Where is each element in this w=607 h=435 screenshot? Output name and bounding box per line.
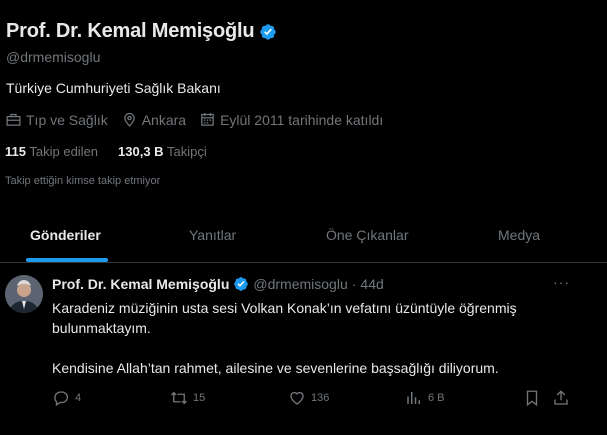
location-pin-icon: [123, 112, 135, 127]
views-count: 6 B: [428, 392, 445, 404]
repost-icon: [171, 391, 187, 405]
views-button[interactable]: 6 B: [405, 389, 445, 407]
follow-stats: 115 Takip edilen 130,3 B Takipçi: [5, 144, 227, 159]
bookmark-icon: [526, 390, 538, 407]
share-button[interactable]: [552, 389, 575, 407]
followers-label: Takipçi: [166, 144, 207, 159]
profile-location-label: Ankara: [141, 111, 187, 128]
views-icon: [407, 392, 420, 404]
briefcase-icon: [6, 113, 21, 126]
bookmark-button[interactable]: [523, 389, 546, 407]
profile-joined-label: Eylül 2011 tarihinde katıldı: [220, 111, 384, 128]
profile-bio: Türkiye Cumhuriyeti Sağlık Bakanı: [6, 80, 221, 96]
tab-replies[interactable]: Yanıtlar: [189, 227, 236, 243]
tweet-header: Prof. Dr. Kemal Memişoğlu @drmemisoglu ·…: [52, 276, 384, 292]
followers-link[interactable]: 130,3 B Takipçi: [118, 144, 207, 159]
tweet-author-name[interactable]: Prof. Dr. Kemal Memişoğlu: [52, 276, 229, 292]
profile-handle: @drmemisoglu: [6, 49, 101, 65]
profile-category-label: Tıp ve Sağlık: [26, 111, 108, 128]
following-label: Takip edilen: [29, 144, 99, 159]
reply-icon: [54, 391, 68, 406]
profile-location: Ankara: [121, 111, 186, 128]
tab-posts[interactable]: Gönderiler: [30, 227, 101, 243]
reply-count: 4: [75, 392, 82, 404]
avatar-image: [5, 275, 43, 313]
like-button[interactable]: 136: [288, 389, 329, 407]
following-count: 115: [5, 144, 26, 159]
profile-display-name: Prof. Dr. Kemal Memişoğlu: [6, 20, 255, 42]
repost-button[interactable]: 15: [170, 389, 205, 407]
tweet-author-handle[interactable]: @drmemisoglu: [253, 276, 347, 292]
tweet-paragraph: Karadeniz müziğinin usta sesi Volkan Kon…: [52, 300, 517, 336]
mutual-followers-note: Takip ettiğin kimse takip etmiyor: [5, 175, 161, 187]
tweet-actions: 4 15 136 6 B: [52, 389, 582, 413]
profile-tabs: Gönderiler Yanıtlar Öne Çıkanlar Medya: [0, 208, 607, 263]
like-icon: [290, 391, 304, 405]
separator-dot: ·: [351, 276, 357, 292]
tweet-paragraph: Kendisine Allah’tan rahmet, ailesine ve …: [52, 360, 499, 376]
reply-button[interactable]: 4: [52, 389, 81, 407]
like-count: 136: [311, 392, 330, 404]
active-tab-indicator: [26, 258, 108, 262]
verified-badge-icon[interactable]: [259, 23, 277, 41]
calendar-icon: [201, 113, 214, 126]
share-icon: [554, 390, 568, 405]
tweet-timestamp[interactable]: 44d: [360, 276, 383, 292]
profile-category: Tıp ve Sağlık: [5, 111, 108, 128]
more-icon[interactable]: ···: [553, 274, 570, 290]
repost-count: 15: [193, 392, 206, 404]
profile-meta: Tıp ve Sağlık Ankara Eylül 2011 tarihind…: [5, 111, 396, 128]
avatar[interactable]: [5, 275, 43, 313]
followers-count: 130,3 B: [118, 144, 164, 159]
following-link[interactable]: 115 Takip edilen: [5, 144, 98, 159]
tweet[interactable]: Prof. Dr. Kemal Memişoğlu @drmemisoglu ·…: [0, 264, 607, 435]
tab-highlights[interactable]: Öne Çıkanlar: [326, 227, 408, 243]
tweet-text: Karadeniz müziğinin usta sesi Volkan Kon…: [52, 298, 592, 378]
tab-media[interactable]: Medya: [498, 227, 540, 243]
verified-badge-icon[interactable]: [233, 276, 249, 292]
profile-name-row: Prof. Dr. Kemal Memişoğlu: [6, 20, 277, 43]
profile-joined: Eylül 2011 tarihinde katıldı: [199, 111, 383, 128]
